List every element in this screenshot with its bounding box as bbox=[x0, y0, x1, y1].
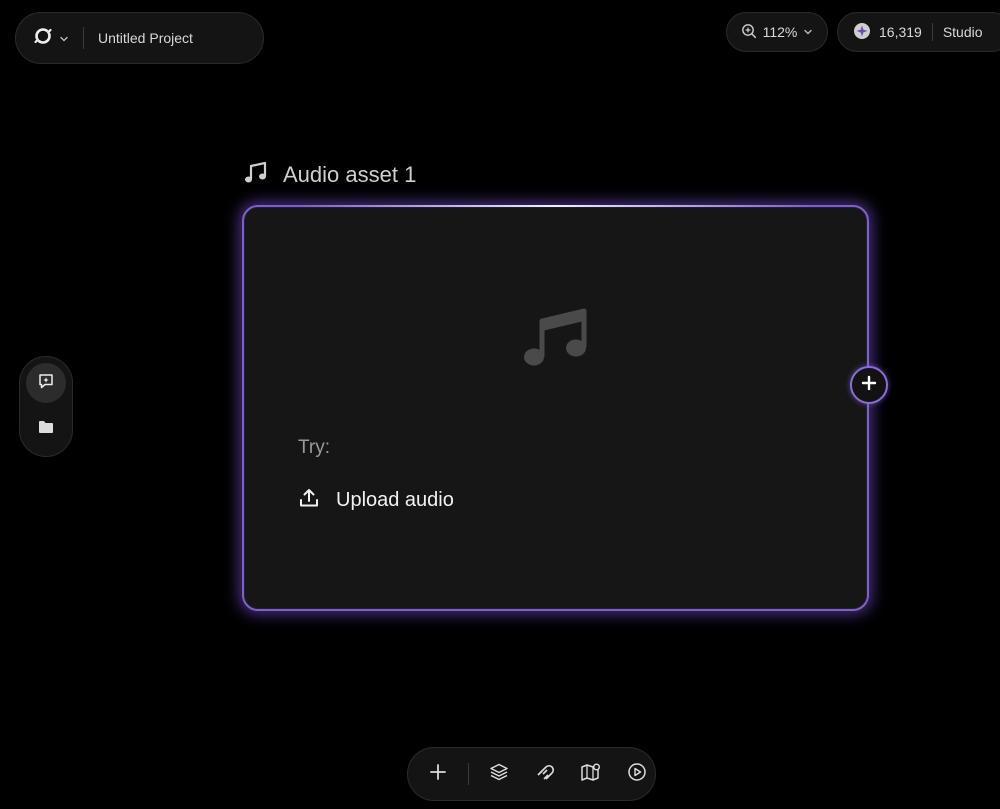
music-note-icon bbox=[522, 307, 588, 373]
credits-badge[interactable]: 16,319 Studio bbox=[837, 12, 1000, 52]
credits-count: 16,319 bbox=[879, 24, 922, 40]
music-note-icon bbox=[243, 160, 269, 190]
bottom-toolbar bbox=[407, 747, 656, 801]
ring-logo-icon bbox=[33, 26, 53, 50]
add-connection-button[interactable] bbox=[850, 366, 888, 404]
upload-audio-button[interactable]: Upload audio bbox=[298, 487, 454, 513]
map-icon bbox=[580, 762, 602, 786]
left-toolbar bbox=[19, 356, 73, 457]
zoom-control[interactable]: 112% bbox=[726, 12, 828, 52]
node-header: Audio asset 1 bbox=[243, 160, 416, 190]
upload-icon bbox=[298, 487, 320, 513]
try-label: Try: bbox=[298, 437, 331, 458]
layers-icon bbox=[489, 762, 509, 786]
snap-button[interactable] bbox=[527, 756, 563, 792]
zoom-level: 112% bbox=[762, 24, 798, 40]
card-highlight bbox=[304, 205, 807, 207]
chevron-down-icon bbox=[803, 24, 813, 40]
play-icon bbox=[627, 762, 647, 786]
project-bar: Untitled Project bbox=[15, 12, 264, 64]
chat-sparkle-icon bbox=[37, 372, 55, 394]
plus-icon bbox=[429, 763, 447, 785]
credits-icon bbox=[853, 22, 871, 43]
folder-icon bbox=[37, 418, 55, 440]
chat-button[interactable] bbox=[26, 363, 66, 403]
chevron-down-icon bbox=[59, 29, 69, 48]
project-title[interactable]: Untitled Project bbox=[84, 30, 193, 46]
upload-audio-label: Upload audio bbox=[336, 488, 454, 511]
assets-folder-button[interactable] bbox=[26, 409, 66, 449]
divider bbox=[931, 23, 933, 41]
plus-icon bbox=[861, 375, 877, 395]
zoom-icon bbox=[741, 23, 757, 42]
add-button[interactable] bbox=[420, 756, 456, 792]
audio-asset-card[interactable]: Try: Upload audio bbox=[242, 205, 869, 611]
magnet-icon bbox=[535, 762, 555, 786]
plan-label: Studio bbox=[942, 24, 983, 40]
logo-menu-button[interactable] bbox=[16, 13, 83, 63]
layers-button[interactable] bbox=[481, 756, 517, 792]
node-title[interactable]: Audio asset 1 bbox=[283, 162, 416, 188]
play-button[interactable] bbox=[619, 756, 655, 792]
divider bbox=[468, 763, 469, 785]
map-button[interactable] bbox=[573, 756, 609, 792]
